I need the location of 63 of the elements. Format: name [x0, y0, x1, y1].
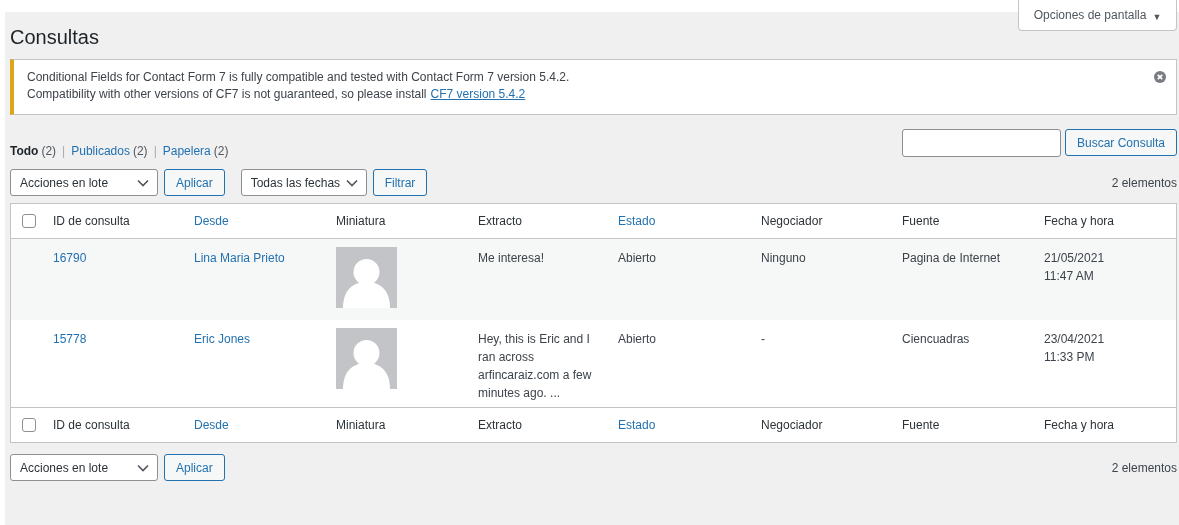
chevron-down-icon — [137, 178, 149, 187]
view-count: (2) — [41, 143, 57, 160]
view-link[interactable]: Papelera — [162, 142, 211, 160]
table-cell-text: Abierto — [618, 250, 658, 267]
column-header: Extracto — [478, 213, 522, 230]
table-cell-text: 21/05/2021 — [1044, 250, 1106, 267]
view-link[interactable]: Todo — [10, 142, 39, 160]
table-cell-text: Me interesa! — [478, 250, 546, 267]
page-title: Consultas — [10, 25, 99, 50]
close-icon[interactable] — [1154, 71, 1166, 83]
table-cell-link[interactable]: 16790 — [53, 249, 194, 320]
column-header: ID de consulta — [53, 417, 130, 434]
column-header: Fecha y hora — [1044, 417, 1115, 434]
filter-button[interactable]: Filtrar — [372, 169, 428, 196]
view-count: (2) — [132, 143, 148, 160]
table-cell-text: - — [761, 331, 766, 348]
table-cell-text: 11:33 PM — [1044, 349, 1096, 366]
search-button[interactable]: Buscar Consulta — [1064, 129, 1177, 156]
avatar-icon — [336, 328, 397, 389]
item-count: 2 elementos — [1111, 174, 1177, 192]
checkbox[interactable] — [22, 418, 36, 432]
column-header: Fecha y hora — [1044, 213, 1115, 230]
column-header: ID de consulta — [53, 213, 130, 230]
column-header[interactable]: Estado — [618, 416, 656, 434]
table-cell-link[interactable]: 15778 — [53, 330, 194, 407]
column-header[interactable]: Desde — [194, 416, 229, 434]
notice-text: Conditional Fields for Contact Form 7 is fully compatible and tested with Contact Form 7 version 5.4.2. — [27, 69, 570, 86]
notice-text: Compatibility with other versions of CF7 is not guaranteed, so please install — [27, 86, 427, 103]
column-header: Fuente — [902, 213, 940, 230]
table-cell-text: Abierto — [618, 331, 658, 348]
separator: | — [153, 143, 157, 160]
view-link[interactable]: Publicados — [71, 142, 130, 160]
checkbox[interactable] — [22, 214, 36, 228]
chevron-down-icon — [345, 178, 358, 187]
table-cell-text: Ciencuadras — [902, 331, 971, 348]
dropdown[interactable]: Todas las fechas — [240, 169, 367, 196]
column-header: Extracto — [478, 417, 522, 434]
table-cell-text: Ninguno — [761, 250, 807, 267]
column-header: Negociador — [761, 417, 823, 434]
link[interactable]: CF7 version 5.4.2 — [430, 86, 526, 103]
apply-button[interactable]: Aplicar — [164, 169, 225, 196]
column-header: Miniatura — [336, 213, 386, 230]
column-header[interactable]: Desde — [194, 212, 229, 230]
table-cell-link[interactable]: Eric Jones — [194, 330, 336, 407]
table-cell-link[interactable]: Lina Maria Prieto — [194, 249, 336, 320]
table-cell-text: Pagina de Internet — [902, 250, 1002, 267]
column-header: Negociador — [761, 213, 823, 230]
search-field[interactable] — [901, 129, 1061, 157]
column-header: Miniatura — [336, 417, 386, 434]
column-header[interactable]: Estado — [618, 212, 656, 230]
chevron-down-icon — [137, 463, 149, 472]
column-header: Fuente — [902, 417, 940, 434]
separator: | — [62, 143, 66, 160]
view-count: (2) — [213, 143, 229, 160]
screen-options-button[interactable]: Opciones de pantalla ▼ — [1018, 0, 1177, 31]
dropdown[interactable]: Acciones en lote — [10, 454, 158, 481]
table-cell-text: 23/04/2021 — [1044, 331, 1106, 348]
table-cell-text: Hey, this is Eric and I ran across arfincaraiz.com a few minutes ago. ... — [478, 331, 593, 402]
dropdown[interactable]: Acciones en lote — [10, 169, 158, 196]
item-count: 2 elementos — [1111, 459, 1177, 477]
apply-button[interactable]: Aplicar — [164, 454, 225, 481]
table-cell-text: 11:47 AM — [1044, 268, 1095, 285]
avatar-icon — [336, 247, 397, 308]
